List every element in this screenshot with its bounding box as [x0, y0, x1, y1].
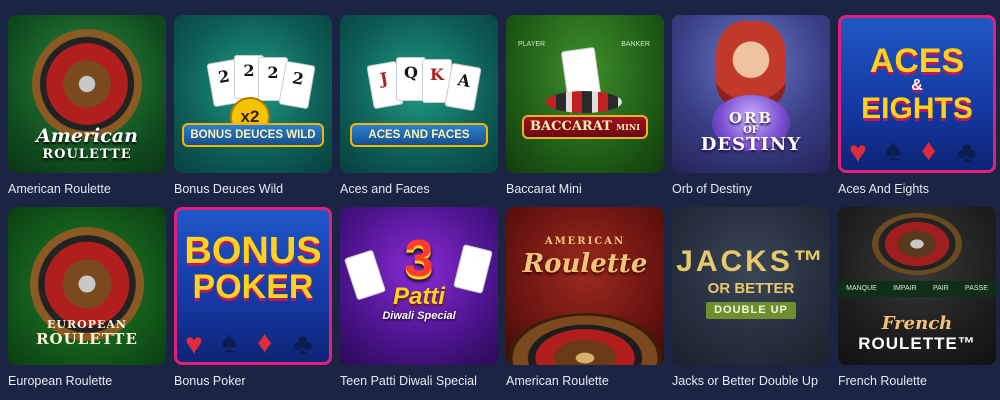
spade-suit-icon: ♠ — [885, 134, 901, 167]
roulette-wheel-icon — [32, 29, 142, 139]
game-card-aces-and-faces[interactable]: J Q K A ACES AND FACES Aces and Faces — [340, 15, 498, 207]
club-suit-icon: ♣ — [293, 328, 313, 361]
game-title: Baccarat Mini — [506, 182, 582, 196]
heart-suit-icon: ♥ — [849, 136, 867, 169]
game-title: Bonus Deuces Wild — [174, 182, 284, 196]
game-title: American Roulette — [506, 374, 609, 388]
game-thumbnail[interactable]: PLAYER BANKER BACCARAT MINI — [506, 15, 664, 173]
game-title: European Roulette — [8, 374, 113, 388]
game-logo: EUROPEAN ROULETTE — [36, 318, 138, 348]
game-title: Bonus Poker — [174, 374, 246, 388]
game-title: Jacks or Better Double Up — [672, 374, 818, 388]
game-card-baccarat-mini[interactable]: PLAYER BANKER BACCARAT MINI Baccarat Min… — [506, 15, 664, 207]
game-thumbnail[interactable]: American ROULETTE — [8, 15, 166, 173]
game-thumbnail[interactable]: JACKS™ OR BETTER DOUBLE UP — [672, 207, 830, 365]
playing-card: 2 — [278, 60, 316, 110]
game-logo: 3 Patti Diwali Special — [382, 230, 456, 322]
game-card-orb-of-destiny[interactable]: ORB OF DESTINY Orb of Destiny — [672, 15, 830, 207]
game-title: Orb of Destiny — [672, 182, 752, 196]
game-logo: BONUS POKER — [184, 230, 322, 306]
game-card-american-roulette-2[interactable]: AMERICAN Roulette American Roulette — [506, 207, 664, 399]
game-card-bonus-deuces-wild[interactable]: 2 2 2 2 x2 BONUS DEUCES WILD Bonus Deuce… — [174, 15, 332, 207]
heart-suit-icon: ♥ — [185, 328, 203, 361]
game-card-american-roulette[interactable]: American ROULETTE American Roulette — [8, 15, 166, 207]
game-card-european-roulette[interactable]: EUROPEAN ROULETTE European Roulette — [8, 207, 166, 399]
game-card-bonus-poker[interactable]: BONUS POKER ♥ ♠ ♦ ♣ Bonus Poker — [174, 207, 332, 399]
game-logo: ACES AND FACES — [350, 123, 488, 147]
diamond-suit-icon: ♦ — [921, 134, 937, 167]
game-logo: AMERICAN Roulette — [522, 236, 648, 279]
game-thumbnail[interactable]: 3 Patti Diwali Special — [340, 207, 498, 365]
game-thumbnail[interactable]: J Q K A ACES AND FACES — [340, 15, 498, 173]
game-logo: ACES & EIGHTS — [861, 42, 973, 125]
table-label: PLAYER — [518, 41, 546, 48]
table-label: BANKER — [621, 41, 650, 48]
game-thumbnail[interactable]: BONUS POKER ♥ ♠ ♦ ♣ — [174, 207, 332, 365]
game-logo: BONUS DEUCES WILD — [182, 123, 324, 147]
game-card-teen-patti-diwali-special[interactable]: 3 Patti Diwali Special Teen Patti Diwali… — [340, 207, 498, 399]
spade-suit-icon: ♠ — [221, 326, 237, 359]
game-thumbnail[interactable]: MANQUE IMPAIR PAIR PASSE French ROULETTE… — [838, 207, 996, 365]
game-card-aces-and-eights[interactable]: ACES & EIGHTS ♥ ♠ ♦ ♣ Aces And Eights — [838, 15, 996, 207]
club-suit-icon: ♣ — [957, 136, 977, 169]
game-logo: JACKS™ OR BETTER DOUBLE UP — [672, 247, 830, 319]
roulette-table-strip: MANQUE IMPAIR PAIR PASSE — [838, 281, 996, 297]
game-title: Aces And Eights — [838, 182, 930, 196]
game-logo: French ROULETTE™ — [858, 313, 976, 353]
game-thumbnail[interactable]: EUROPEAN ROULETTE — [8, 207, 166, 365]
game-logo: ORB OF DESTINY — [700, 109, 802, 155]
game-title: Aces and Faces — [340, 182, 430, 196]
game-grid: American ROULETTE American Roulette 2 2 … — [8, 15, 996, 399]
chip-stack-icon — [546, 91, 622, 113]
game-title: American Roulette — [8, 182, 111, 196]
game-title: French Roulette — [838, 374, 927, 388]
game-title: Teen Patti Diwali Special — [340, 374, 477, 388]
game-card-jacks-or-better-double-up[interactable]: JACKS™ OR BETTER DOUBLE UP Jacks or Bett… — [672, 207, 830, 399]
game-thumbnail[interactable]: ORB OF DESTINY — [672, 15, 830, 173]
playing-card: A — [444, 62, 482, 112]
roulette-wheel-icon — [872, 213, 962, 275]
roulette-wheel-icon — [508, 313, 662, 365]
game-logo: BACCARAT MINI — [522, 115, 648, 139]
game-thumbnail[interactable]: AMERICAN Roulette — [506, 207, 664, 365]
diamond-suit-icon: ♦ — [257, 326, 273, 359]
game-thumbnail[interactable]: 2 2 2 2 x2 BONUS DEUCES WILD — [174, 15, 332, 173]
game-thumbnail[interactable]: ACES & EIGHTS ♥ ♠ ♦ ♣ — [838, 15, 996, 173]
game-card-french-roulette[interactable]: MANQUE IMPAIR PAIR PASSE French ROULETTE… — [838, 207, 996, 399]
game-logo: American ROULETTE — [36, 125, 138, 162]
